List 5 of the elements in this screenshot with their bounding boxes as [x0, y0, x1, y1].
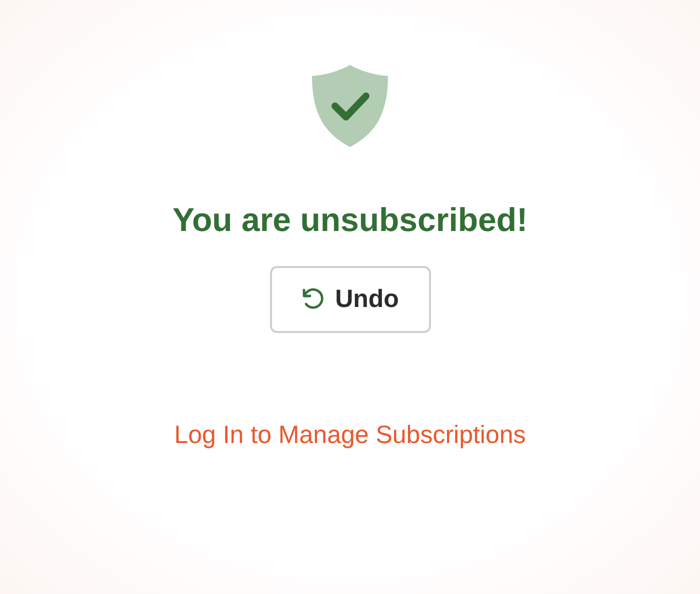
- page-title: You are unsubscribed!: [172, 200, 528, 240]
- undo-icon: [301, 287, 326, 312]
- shield-check-icon: [311, 64, 389, 148]
- undo-button[interactable]: Undo: [270, 266, 430, 333]
- manage-subscriptions-link[interactable]: Log In to Manage Subscriptions: [174, 420, 526, 450]
